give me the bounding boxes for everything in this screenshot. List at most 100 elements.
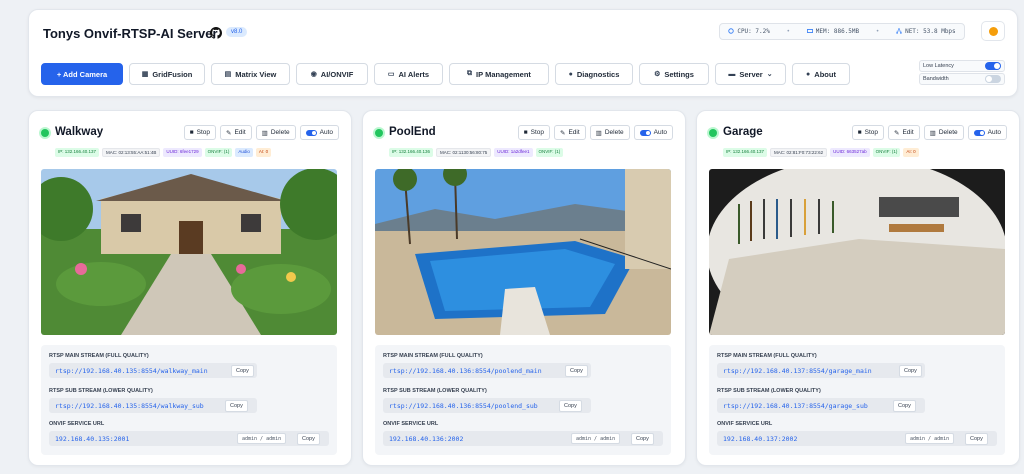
ip-badge: IP: 132.166.40.137 <box>55 148 100 157</box>
matrix-view-button[interactable]: ▤ Matrix View <box>211 63 290 85</box>
edit-button[interactable]: ✎ Edit <box>888 125 920 140</box>
version-badge: v8.0 <box>226 27 248 37</box>
bandwidth-switch[interactable] <box>985 75 1001 83</box>
camera-badges: IP: 132.166.40.136 MAC: 02:1130:56:80:75… <box>389 148 564 157</box>
network-stat: NET: 53.8 Mbps <box>896 28 956 35</box>
main-stream-label: RTSP MAIN STREAM (FULL QUALITY) <box>383 353 483 359</box>
cpu-stat: CPU: 7.2% <box>728 28 770 35</box>
stream-urls: RTSP MAIN STREAM (FULL QUALITY) rtsp://1… <box>41 345 337 455</box>
edit-button[interactable]: ✎ Edit <box>554 125 586 140</box>
app-title: Tonys Onvif-RTSP-AI Server <box>43 26 218 41</box>
network-icon: ⧉ <box>467 70 473 77</box>
camera-badges: IP: 132.166.40.137 MAC: 02:81:F0:73:22:6… <box>723 148 919 157</box>
memory-stat: MEM: 886.5MB <box>806 28 859 35</box>
camera-actions: ■ Stop ✎ Edit ▥ Delete Auto <box>183 125 339 140</box>
ip-management-button[interactable]: ⧉ IP Management <box>449 63 549 85</box>
audio-badge: Audio <box>235 148 253 157</box>
github-icon[interactable] <box>210 27 222 39</box>
stream-toggles: Low Latency Bandwidth <box>919 60 1005 86</box>
copy-onvif-button[interactable]: Copy <box>965 433 988 445</box>
copy-main-button[interactable]: Copy <box>899 365 922 377</box>
auto-toggle[interactable]: Auto <box>633 125 673 140</box>
theme-toggle-button[interactable] <box>981 21 1005 41</box>
credentials-label: admin / admin <box>571 433 621 444</box>
copy-main-button[interactable]: Copy <box>231 365 254 377</box>
copy-onvif-button[interactable]: Copy <box>631 433 654 445</box>
camera-card-garage: Garage ■ Stop ✎ Edit ▥ Delete Auto IP: 132.… <box>696 110 1020 466</box>
onvif-service-url[interactable]: 192.168.40.136:2002 <box>383 431 663 446</box>
settings-button[interactable]: ⚙ Settings <box>639 63 709 85</box>
copy-sub-button[interactable]: Copy <box>893 400 916 412</box>
delete-button[interactable]: ▥ Delete <box>589 125 630 140</box>
trash-icon: ▥ <box>261 129 268 137</box>
delete-button[interactable]: ▥ Delete <box>923 125 964 140</box>
onvif-service-url[interactable]: 192.168.40.135:2001 <box>49 431 329 446</box>
stop-icon: ■ <box>523 129 528 136</box>
camera-actions: ■ Stop ✎ Edit ▥ Delete Auto <box>517 125 673 140</box>
mac-badge: MAC: 02:1130:56:80:75 <box>436 148 492 157</box>
info-icon: ● <box>806 70 811 78</box>
auto-toggle[interactable]: Auto <box>299 125 339 140</box>
edit-button[interactable]: ✎ Edit <box>220 125 252 140</box>
low-latency-switch[interactable] <box>985 62 1001 70</box>
main-stream-url[interactable]: rtsp://192.168.40.136:8554/poolend_main <box>383 363 591 378</box>
copy-main-button[interactable]: Copy <box>565 365 588 377</box>
add-camera-button[interactable]: + Add Camera <box>41 63 123 85</box>
ai-badge: AI: 0 <box>903 148 919 157</box>
ai-badge: AI: 0 <box>255 148 272 157</box>
chevron-down-icon: ⌄ <box>766 71 773 78</box>
auto-switch <box>305 129 317 136</box>
camera-preview-poolend[interactable] <box>375 169 671 335</box>
separator: • <box>875 28 880 35</box>
copy-sub-button[interactable]: Copy <box>225 400 248 412</box>
camera-name: Walkway <box>55 126 104 138</box>
credentials-label: admin / admin <box>237 433 287 444</box>
about-button[interactable]: ● About <box>792 63 850 85</box>
uuid-badge: UUID: 6fee1729 <box>163 148 202 157</box>
camera-preview-walkway[interactable] <box>41 169 337 335</box>
edit-icon: ✎ <box>560 129 566 137</box>
uuid-badge: UUID: 1a2dfee1 <box>494 148 533 157</box>
main-toolbar: + Add Camera ▦ GridFusion ▤ Matrix View ◉ A… <box>41 63 850 85</box>
stop-button[interactable]: ■ Stop <box>517 125 551 140</box>
server-dropdown[interactable]: ▬ Server ⌄ <box>715 63 786 85</box>
stream-urls: RTSP MAIN STREAM (FULL QUALITY) rtsp://1… <box>375 345 671 455</box>
credentials-label: admin / admin <box>905 433 955 444</box>
online-status-icon <box>41 129 49 137</box>
stop-button[interactable]: ■ Stop <box>183 125 217 140</box>
low-latency-toggle[interactable]: Low Latency <box>919 60 1005 72</box>
camera-actions: ■ Stop ✎ Edit ▥ Delete Auto <box>851 125 1007 140</box>
sun-icon <box>989 27 998 36</box>
mac-badge: MAC: 02:81:F0:73:22:62 <box>770 148 828 157</box>
camera-name: PoolEnd <box>389 126 436 138</box>
sub-stream-label: RTSP SUB STREAM (LOWER QUALITY) <box>717 388 821 394</box>
memory-icon <box>806 29 813 33</box>
onvif-badge: ONVIF: (1) <box>535 148 564 157</box>
online-status-icon <box>375 129 383 137</box>
network-icon <box>896 28 902 34</box>
onvif-url-label: ONVIF SERVICE URL <box>49 421 105 427</box>
info-icon: ● <box>568 70 573 78</box>
gridfusion-button[interactable]: ▦ GridFusion <box>129 63 205 85</box>
delete-button[interactable]: ▥ Delete <box>255 125 296 140</box>
auto-toggle[interactable]: Auto <box>967 125 1007 140</box>
gear-icon: ⚙ <box>654 71 661 78</box>
ip-badge: IP: 132.166.40.137 <box>723 148 768 157</box>
copy-onvif-button[interactable]: Copy <box>297 433 320 445</box>
stop-button[interactable]: ■ Stop <box>851 125 885 140</box>
onvif-service-url[interactable]: 192.168.40.137:2002 <box>717 431 997 446</box>
bandwidth-toggle[interactable]: Bandwidth <box>919 73 1005 85</box>
stream-urls: RTSP MAIN STREAM (FULL QUALITY) rtsp://1… <box>709 345 1005 455</box>
main-stream-url[interactable]: rtsp://192.168.40.135:8554/walkway_main <box>49 363 257 378</box>
main-stream-url[interactable]: rtsp://192.168.40.137:8554/garage_main <box>717 363 925 378</box>
sub-stream-label: RTSP SUB STREAM (LOWER QUALITY) <box>49 388 153 394</box>
auto-switch <box>639 129 651 136</box>
eye-icon: ◉ <box>310 71 317 78</box>
camera-badges: IP: 132.166.40.137 MAC: 02:13:55:AA:51:4… <box>55 148 272 157</box>
ai-onvif-button[interactable]: ◉ AI/ONVIF <box>296 63 368 85</box>
camera-preview-garage[interactable] <box>709 169 1005 335</box>
ai-alerts-button[interactable]: ▭ AI Alerts <box>374 63 443 85</box>
copy-sub-button[interactable]: Copy <box>559 400 582 412</box>
diagnostics-button[interactable]: ● Diagnostics <box>555 63 633 85</box>
server-icon: ▬ <box>728 70 736 78</box>
